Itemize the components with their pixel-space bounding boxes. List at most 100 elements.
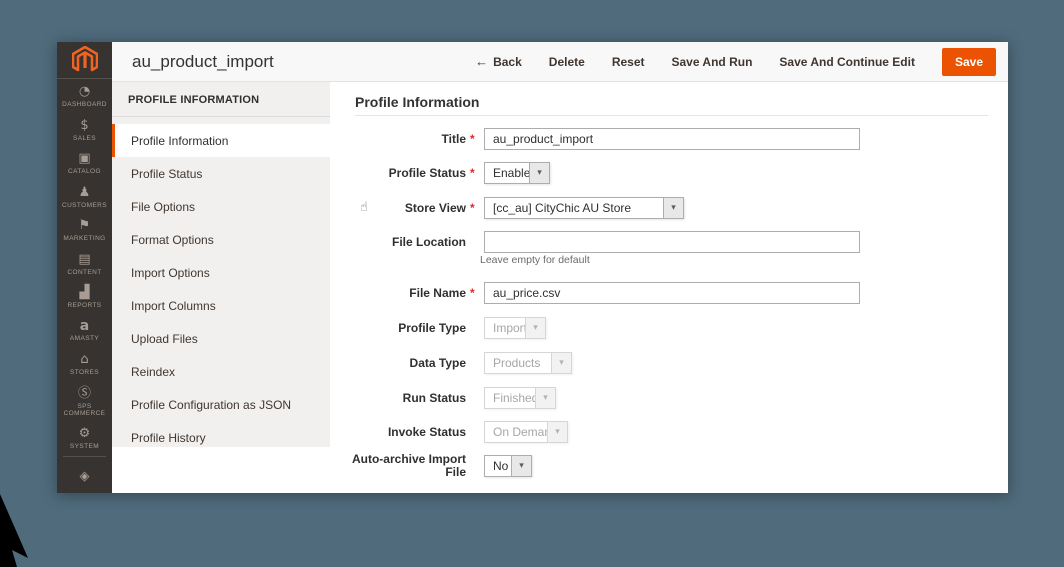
- subnav-item-reindex[interactable]: Reindex: [112, 355, 330, 388]
- subnav-item-profile-history[interactable]: Profile History: [112, 421, 330, 454]
- reset-button[interactable]: Reset: [612, 55, 645, 69]
- system-icon: ⚙: [79, 427, 91, 441]
- back-button[interactable]: ← Back: [475, 54, 522, 69]
- subnav-item-profile-status[interactable]: Profile Status: [112, 157, 330, 190]
- form-row: Profile Status * Enabled: [330, 162, 1008, 184]
- magento-logo-icon[interactable]: [57, 42, 112, 79]
- sidebar-item-label: Reports: [67, 302, 101, 309]
- marketing-icon: ⚑: [79, 219, 91, 233]
- subnav-header: PROFILE INFORMATION: [112, 82, 330, 117]
- required-marker: *: [470, 166, 478, 180]
- screen-artifact: [0, 492, 40, 567]
- sales-icon: $: [80, 119, 88, 133]
- profile-type-select: Import: [484, 317, 546, 339]
- sidebar-item-label: Customers: [62, 202, 107, 209]
- save-button[interactable]: Save: [942, 48, 996, 76]
- dropdown-arrow-icon: [535, 388, 555, 408]
- store-view-select[interactable]: [cc_au] CityChic AU Store: [484, 197, 684, 219]
- sidebar-item-label: System: [70, 443, 99, 450]
- form-row: Profile Type Import: [330, 317, 1008, 339]
- form-row: Run Status Finished: [330, 387, 1008, 409]
- required-marker: *: [470, 132, 478, 146]
- dropdown-arrow-icon[interactable]: [529, 163, 549, 183]
- catalog-icon: ▣: [78, 152, 90, 166]
- sidebar-item-stores[interactable]: ⌂ Stores: [57, 347, 112, 380]
- sidebar-item-label: Catalog: [68, 168, 101, 175]
- required-marker: *: [470, 286, 478, 300]
- dropdown-arrow-icon: [551, 353, 571, 373]
- field-label: Auto-archive Import File: [330, 453, 466, 479]
- sidebar-item-label: Dashboard: [62, 101, 107, 108]
- sidebar-item-content[interactable]: ▤ Content: [57, 246, 112, 279]
- form-row: Invoke Status On Demand: [330, 421, 1008, 443]
- reports-icon: ▟: [80, 286, 90, 300]
- field-label: Store View: [330, 202, 466, 215]
- subnav-item-import-options[interactable]: Import Options: [112, 256, 330, 289]
- file-name-input[interactable]: [484, 282, 860, 304]
- subnav-item-profile-information[interactable]: Profile Information: [112, 124, 330, 157]
- subnav-item-format-options[interactable]: Format Options: [112, 223, 330, 256]
- amasty-icon: a: [80, 319, 89, 333]
- profile-subnav: PROFILE INFORMATION Profile Information …: [112, 82, 330, 447]
- subnav-items: Profile Information Profile Status File …: [112, 117, 330, 454]
- sidebar-item-reports[interactable]: ▟ Reports: [57, 280, 112, 313]
- form-row: File Name *: [330, 282, 1008, 304]
- sidebar: ◔ Dashboard $ Sales ▣ Catalog ♟ Customer…: [57, 42, 112, 493]
- form-row: File Location: [330, 231, 1008, 253]
- sidebar-item-sps-commerce[interactable]: Ⓢ SPS Commerce: [57, 380, 112, 421]
- sidebar-item-system[interactable]: ⚙ System: [57, 421, 112, 454]
- title-input[interactable]: [484, 128, 860, 150]
- file-location-input[interactable]: [484, 231, 860, 253]
- sidebar-item-sales[interactable]: $ Sales: [57, 113, 112, 146]
- header-actions: ← Back Delete Reset Save And Run Save An…: [475, 48, 1008, 76]
- dropdown-arrow-icon: [547, 422, 567, 442]
- subnav-item-import-columns[interactable]: Import Columns: [112, 289, 330, 322]
- subnav-item-profile-configuration-as-json[interactable]: Profile Configuration as JSON: [112, 388, 330, 421]
- sidebar-item-dashboard[interactable]: ◔ Dashboard: [57, 79, 112, 112]
- page-title: au_product_import: [112, 52, 274, 72]
- sidebar-item-partners[interactable]: ◈: [57, 459, 112, 492]
- sidebar-item-marketing[interactable]: ⚑ Marketing: [57, 213, 112, 246]
- field-label: Invoke Status: [330, 426, 466, 439]
- field-label: Profile Status: [330, 167, 466, 180]
- field-label: File Name: [330, 287, 466, 300]
- field-label: Run Status: [330, 392, 466, 405]
- field-label: File Location: [330, 236, 466, 249]
- field-label: Data Type: [330, 357, 466, 370]
- save-and-run-button[interactable]: Save And Run: [672, 55, 753, 69]
- sidebar-item-catalog[interactable]: ▣ Catalog: [57, 146, 112, 179]
- back-arrow-icon: ←: [475, 54, 488, 69]
- page-header: au_product_import ← Back Delete Reset Sa…: [112, 42, 1008, 82]
- dropdown-arrow-icon[interactable]: [511, 456, 531, 476]
- save-and-continue-edit-button[interactable]: Save And Continue Edit: [779, 55, 915, 69]
- sidebar-item-label: Marketing: [63, 235, 105, 242]
- partners-cube-icon: ◈: [80, 470, 90, 484]
- sidebar-item-label: Sales: [73, 135, 96, 142]
- form-section-heading: Profile Information: [355, 94, 479, 110]
- sidebar-item-amasty[interactable]: a Amasty: [57, 313, 112, 346]
- dropdown-arrow-icon: [525, 318, 545, 338]
- profile-information-form: Profile Information Title * Profile Stat…: [330, 82, 1008, 493]
- dropdown-arrow-icon[interactable]: [663, 198, 683, 218]
- form-row: Data Type Products: [330, 352, 1008, 374]
- file-location-note: Leave empty for default: [480, 254, 590, 266]
- subnav-item-upload-files[interactable]: Upload Files: [112, 322, 330, 355]
- sidebar-item-label: SPS Commerce: [62, 403, 108, 417]
- field-label: Title: [330, 133, 466, 146]
- run-status-select: Finished: [484, 387, 556, 409]
- data-type-select: Products: [484, 352, 572, 374]
- sidebar-item-customers[interactable]: ♟ Customers: [57, 179, 112, 212]
- required-marker: *: [470, 201, 478, 215]
- form-row: Auto-archive Import File No: [330, 455, 1008, 477]
- field-label: Profile Type: [330, 322, 466, 335]
- subnav-item-file-options[interactable]: File Options: [112, 190, 330, 223]
- sps-commerce-icon: Ⓢ: [78, 387, 91, 401]
- dashboard-icon: ◔: [79, 85, 90, 99]
- auto-archive-select[interactable]: No: [484, 455, 532, 477]
- invoke-status-select: On Demand: [484, 421, 568, 443]
- sidebar-divider: [63, 456, 106, 457]
- profile-status-select[interactable]: Enabled: [484, 162, 550, 184]
- delete-button[interactable]: Delete: [549, 55, 585, 69]
- form-row: Title *: [330, 128, 1008, 150]
- admin-window: ◔ Dashboard $ Sales ▣ Catalog ♟ Customer…: [57, 42, 1008, 493]
